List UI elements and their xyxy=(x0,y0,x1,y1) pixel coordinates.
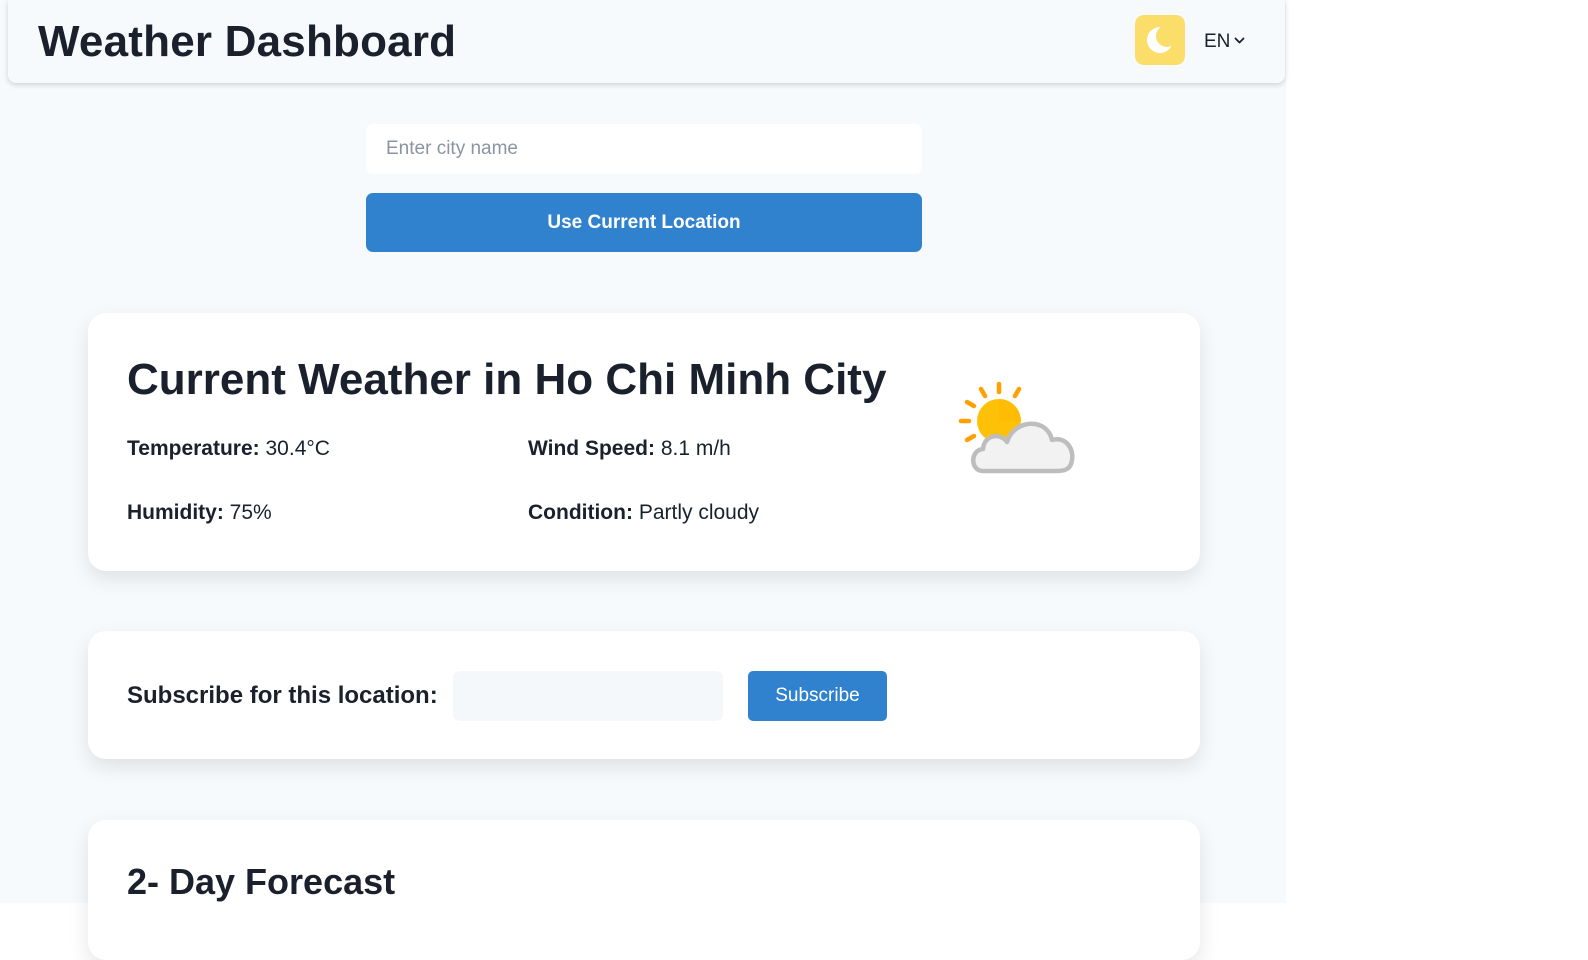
subscribe-button[interactable]: Subscribe xyxy=(748,671,887,721)
humidity-stat: Humidity: 75% xyxy=(127,499,272,527)
temperature-stat: Temperature: 30.4°C xyxy=(127,435,330,463)
wind-speed-stat: Wind Speed: 8.1 m/h xyxy=(528,435,731,463)
forecast-title: 2- Day Forecast xyxy=(127,861,396,902)
use-current-location-button[interactable]: Use Current Location xyxy=(366,193,922,252)
chevron-down-icon xyxy=(1234,27,1245,53)
temperature-label: Temperature: xyxy=(127,437,260,460)
app-container: Weather Dashboard EN Use Current Locatio… xyxy=(0,0,1286,960)
condition-label: Condition: xyxy=(528,501,633,524)
language-select[interactable]: EN xyxy=(1204,27,1245,55)
current-weather-card: Current Weather in Ho Chi Minh City Temp… xyxy=(88,313,1200,571)
wind-speed-value: 8.1 m/h xyxy=(660,437,731,460)
header-bar: Weather Dashboard EN xyxy=(8,0,1285,83)
partly-cloudy-icon xyxy=(958,381,1075,474)
condition-stat: Condition: Partly cloudy xyxy=(528,499,759,527)
moon-icon xyxy=(1147,26,1174,53)
wind-speed-label: Wind Speed: xyxy=(528,437,655,460)
temperature-value: 30.4°C xyxy=(265,437,330,460)
subscribe-email-input[interactable] xyxy=(453,671,723,721)
app-title: Weather Dashboard xyxy=(38,17,457,66)
current-weather-title: Current Weather in Ho Chi Minh City xyxy=(127,355,887,404)
humidity-value: 75% xyxy=(229,501,272,524)
forecast-card: 2- Day Forecast xyxy=(88,820,1200,960)
subscribe-card: Subscribe for this location: Subscribe xyxy=(88,631,1200,759)
language-label: EN xyxy=(1204,31,1231,52)
condition-value: Partly cloudy xyxy=(638,501,760,524)
city-search-input[interactable] xyxy=(366,124,922,174)
theme-toggle-button[interactable] xyxy=(1135,15,1185,65)
subscribe-label: Subscribe for this location: xyxy=(127,682,438,709)
humidity-label: Humidity: xyxy=(127,501,224,524)
